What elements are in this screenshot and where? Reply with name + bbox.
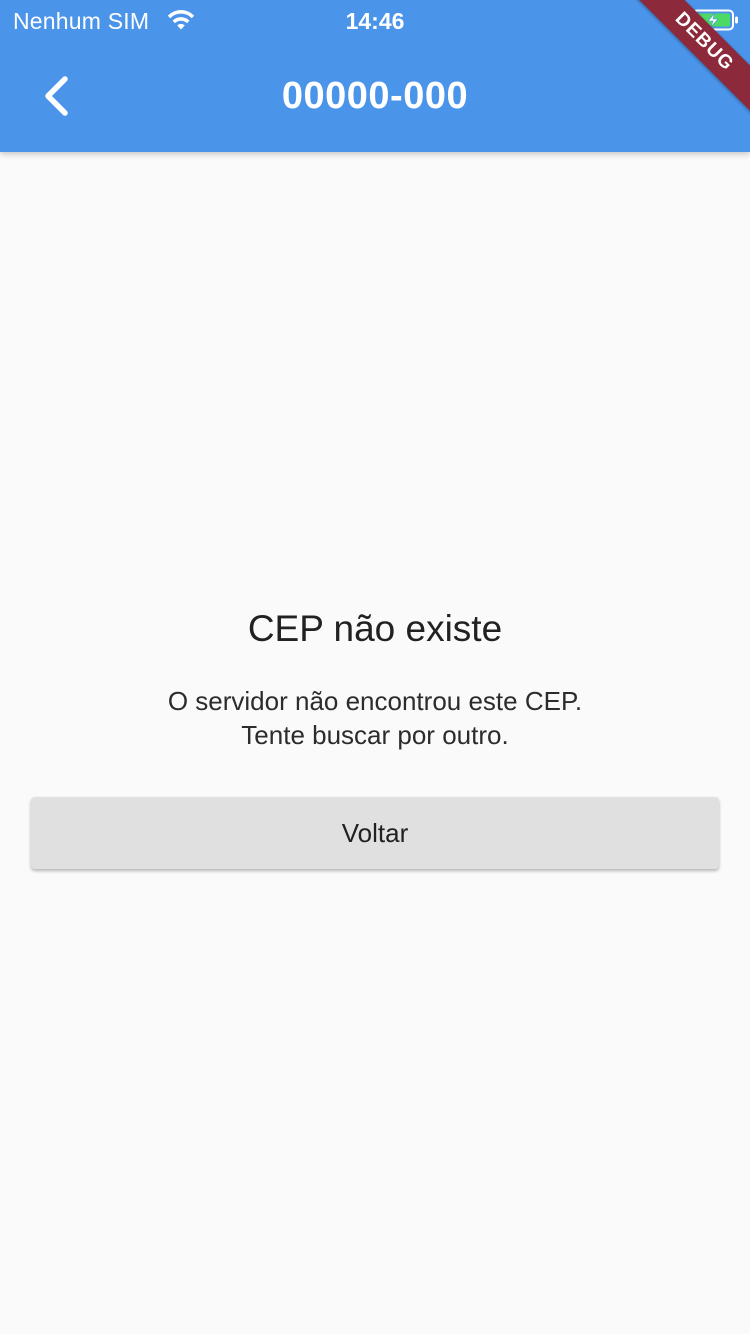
error-description-line: Tente buscar por outro. xyxy=(241,720,509,750)
header: Nenhum SIM 14:46 00000-000 xyxy=(0,0,750,152)
error-description-line: O servidor não encontrou este CEP. xyxy=(167,686,583,716)
error-message: CEP não existe O servidor não encontrou … xyxy=(0,604,750,752)
error-description: O servidor não encontrou este CEP. Tente… xyxy=(0,684,750,752)
app-bar: 00000-000 xyxy=(0,40,750,152)
error-title: CEP não existe xyxy=(247,608,503,649)
voltar-button[interactable]: Voltar xyxy=(31,797,719,869)
status-time: 14:46 xyxy=(345,8,405,34)
page-title: 00000-000 xyxy=(281,75,469,117)
status-bar: Nenhum SIM 14:46 xyxy=(0,0,750,40)
screen: Nenhum SIM 14:46 00000-000 DEBUG CEP não… xyxy=(0,0,750,1334)
